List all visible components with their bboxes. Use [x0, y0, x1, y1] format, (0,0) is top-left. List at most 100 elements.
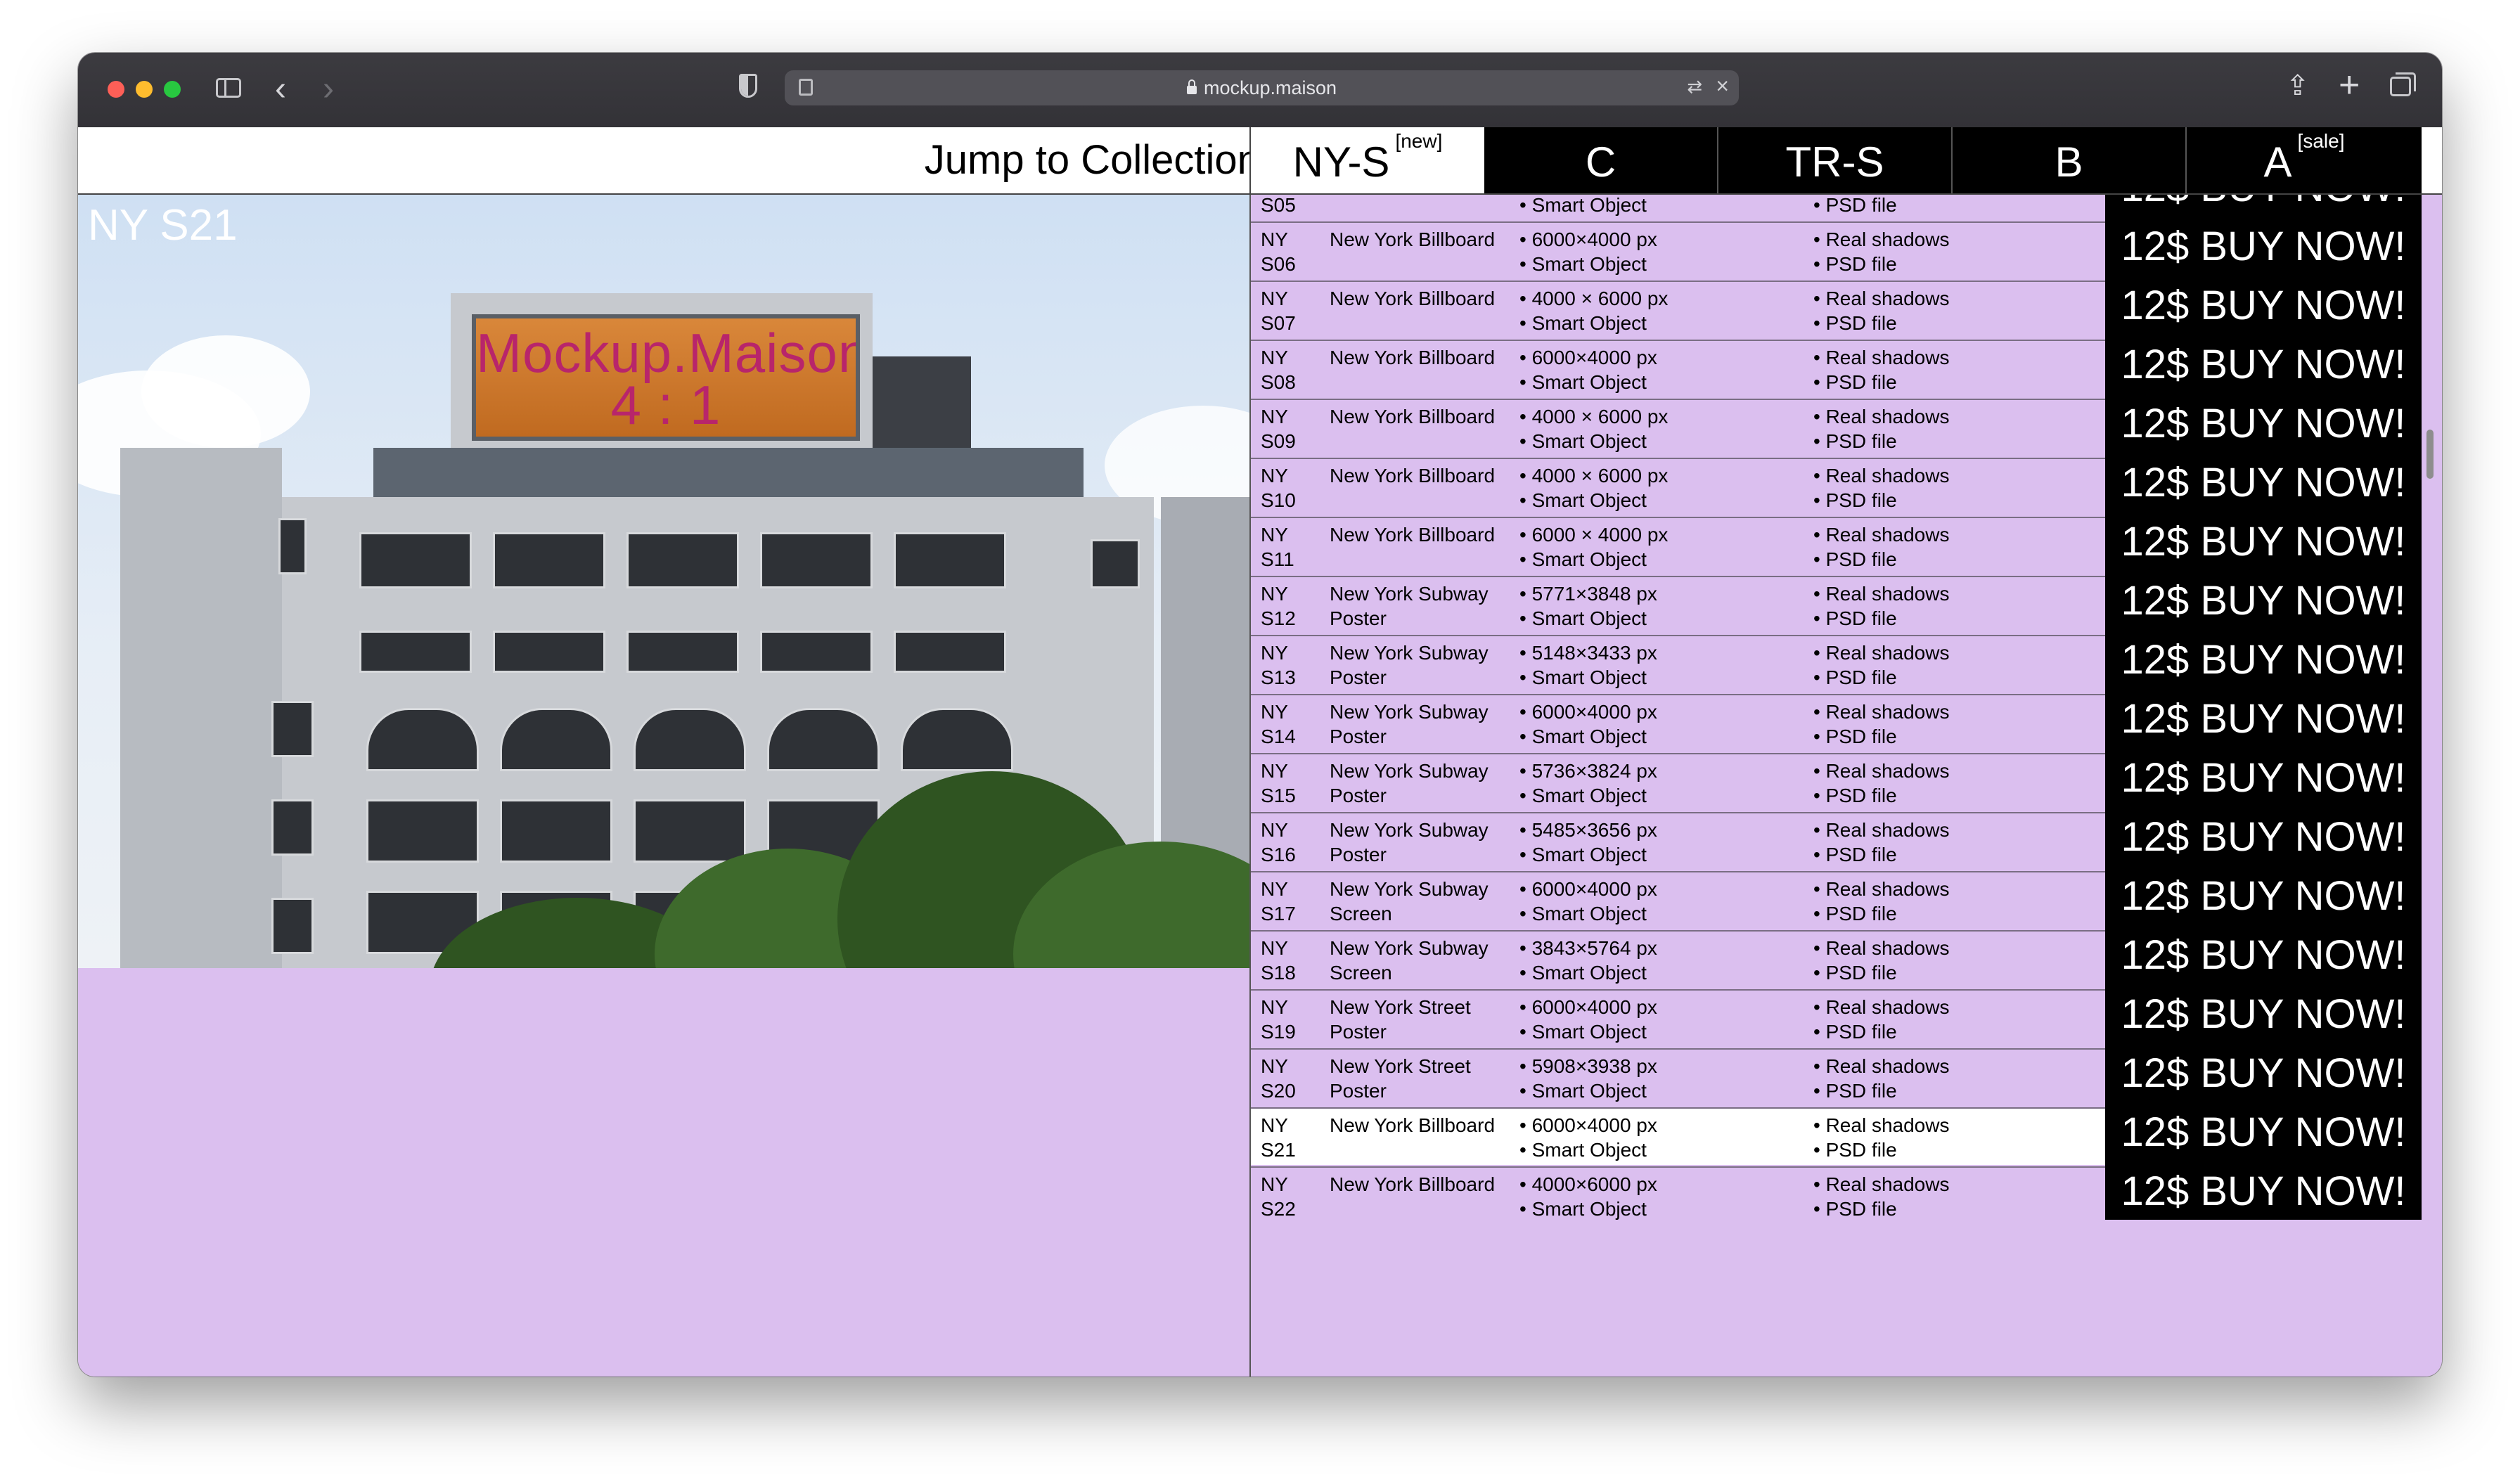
product-name: New York Subway Screen [1330, 877, 1526, 926]
product-specs: • 3843×5764 px • Smart Object [1519, 936, 1801, 985]
product-specs-line: • Smart Object [1519, 430, 1647, 452]
table-row[interactable]: NY S14 New York Subway Poster • 6000×4000 px… [1251, 694, 2105, 752]
clear-url-icon[interactable]: × [1716, 73, 1729, 99]
buy-now-button[interactable]: 12$ BUY NOW! [2105, 276, 2422, 335]
table-row[interactable]: NY S10 New York Billboard • 4000 × 6000 px… [1251, 458, 2105, 515]
tab-overview-icon[interactable] [2390, 72, 2416, 96]
product-code: NY S22 [1261, 1172, 1331, 1220]
buy-now-button[interactable]: 12$ BUY NOW! [2105, 690, 2422, 749]
translate-icon[interactable]: ⇄ [1687, 76, 1702, 98]
tab-ny-s[interactable]: NY-S [new] [1249, 127, 1484, 193]
buy-now-button[interactable]: 12$ BUY NOW! [2105, 985, 2422, 1044]
buy-now-button[interactable]: 12$ BUY NOW! [2105, 1103, 2422, 1162]
buy-now-button[interactable]: 12$ BUY NOW! [2105, 453, 2422, 513]
table-row[interactable]: NY S21 New York Billboard • 6000×4000 px • … [1251, 1107, 2105, 1165]
table-row[interactable]: NY S18 New York Subway Screen • 3843×5764 px… [1251, 930, 2105, 988]
minimize-window-button[interactable] [136, 81, 153, 98]
table-row[interactable]: NY S17 New York Subway Screen • 6000×4000 px… [1251, 871, 2105, 929]
sidebar-toggle-icon[interactable] [216, 78, 241, 98]
table-row[interactable]: NY S13 New York Subway Poster • 5148×3433 px… [1251, 635, 2105, 692]
tab-tr-s[interactable]: TR-S [1718, 127, 1953, 193]
tab-badge: [new] [1395, 130, 1443, 152]
product-name: New York Subway Screen [1330, 936, 1526, 985]
product-features: • Real shadows • PSD file [1813, 345, 2095, 394]
tab-a[interactable]: A [sale] [2187, 127, 2422, 193]
table-row[interactable]: NY S20 New York Street Poster • 5908×3938 px… [1251, 1048, 2105, 1106]
product-name-line: New York Billboard [1330, 406, 1496, 427]
product-specs-line: • Smart Object [1519, 1021, 1647, 1043]
buy-now-button[interactable]: 12$ BUY NOW! [2105, 749, 2422, 808]
table-row[interactable]: NY S11 New York Billboard • 6000 × 4000 px… [1251, 517, 2105, 574]
buy-now-button[interactable]: 12$ BUY NOW! [2105, 513, 2422, 572]
buy-now-button[interactable]: 12$ BUY NOW! [2105, 867, 2422, 926]
buy-now-button[interactable]: 12$ BUY NOW! [2105, 631, 2422, 690]
lock-icon [1186, 79, 1197, 94]
privacy-shield-icon[interactable] [739, 74, 757, 98]
table-row[interactable]: S05 • Smart Object • PSD file [1251, 195, 2105, 220]
buy-now-button[interactable]: 12$ BUY NOW! [2105, 808, 2422, 867]
product-features: • Real shadows • PSD file [1813, 227, 2095, 276]
product-features-line: • PSD file [1813, 607, 1897, 629]
product-name: New York Subway Poster [1330, 640, 1526, 690]
product-code-line: NY [1261, 642, 1288, 664]
product-name: New York Subway Poster [1330, 581, 1526, 631]
jump-to-collection-label: Jump to Collection: [924, 137, 1271, 183]
product-specs-line: • Smart Object [1519, 962, 1647, 984]
buy-now-button[interactable]: 12$ BUY NOW! [2105, 926, 2422, 985]
url-text[interactable]: mockup.maison [785, 70, 1739, 105]
buy-now-button[interactable]: 12$ BUY NOW! [2105, 195, 2422, 217]
product-features: • PSD file [1813, 195, 2095, 217]
product-code: NY S09 [1261, 404, 1331, 453]
product-code-line: S10 [1261, 489, 1296, 511]
zoom-window-button[interactable] [164, 81, 181, 98]
scrollbar-thumb[interactable] [2426, 430, 2434, 479]
tab-c[interactable]: C [1484, 127, 1718, 193]
share-icon[interactable]: ⇪ [2286, 70, 2310, 102]
browser-toolbar: ‹ › mockup.maison ⇄ × ⇪ + [78, 53, 2442, 129]
table-row[interactable]: NY S06 New York Billboard • 6000×4000 px • … [1251, 221, 2105, 279]
new-tab-icon[interactable]: + [2339, 64, 2360, 106]
product-specs: • 5736×3824 px • Smart Object [1519, 759, 1801, 808]
table-row[interactable]: NY S09 New York Billboard • 4000 × 6000 px… [1251, 399, 2105, 456]
product-code-line: S17 [1261, 903, 1296, 924]
buy-now-button[interactable]: 12$ BUY NOW! [2105, 217, 2422, 276]
product-specs: • 5148×3433 px • Smart Object [1519, 640, 1801, 690]
table-row[interactable]: NY S19 New York Street Poster • 6000×4000 px… [1251, 989, 2105, 1047]
product-features-line: • PSD file [1813, 785, 1897, 806]
table-row[interactable]: NY S15 New York Subway Poster • 5736×3824 px… [1251, 753, 2105, 811]
buy-now-button[interactable]: 12$ BUY NOW! [2105, 1162, 2422, 1220]
product-code-line: S05 [1261, 195, 1296, 216]
product-code: NY S18 [1261, 936, 1331, 985]
back-arrow-icon[interactable]: ‹ [275, 70, 286, 109]
product-code-line: S16 [1261, 844, 1296, 865]
buy-now-button[interactable]: 12$ BUY NOW! [2105, 572, 2422, 631]
table-row[interactable]: NY S08 New York Billboard • 6000×4000 px • … [1251, 340, 2105, 397]
product-features: • Real shadows • PSD file [1813, 818, 2095, 867]
product-specs-line: • 5485×3656 px [1519, 819, 1657, 841]
tab-label: C [1585, 138, 1616, 186]
product-features-line: • Real shadows [1813, 465, 1950, 487]
tab-label: NY-S [1292, 138, 1390, 186]
product-code-line: NY [1261, 819, 1288, 841]
table-row[interactable]: NY S12 New York Subway Poster • 5771×3848 px… [1251, 576, 2105, 633]
product-features-line: • Real shadows [1813, 228, 1950, 250]
forward-arrow-icon[interactable]: › [323, 70, 334, 109]
product-features-line: • PSD file [1813, 1021, 1897, 1043]
product-code-line: NY [1261, 701, 1288, 723]
product-code-line: NY [1261, 583, 1288, 605]
product-specs: • 6000 × 4000 px • Smart Object [1519, 522, 1801, 572]
close-window-button[interactable] [108, 81, 124, 98]
address-bar[interactable]: mockup.maison ⇄ × [785, 70, 1739, 105]
product-specs-line: • Smart Object [1519, 1198, 1647, 1220]
buy-now-button[interactable]: 12$ BUY NOW! [2105, 1044, 2422, 1103]
product-features-line: • Real shadows [1813, 996, 1950, 1018]
tab-b[interactable]: B [1953, 127, 2187, 193]
table-row[interactable]: NY S22 New York Billboard • 4000×6000 px • … [1251, 1166, 2105, 1220]
table-row[interactable]: NY S16 New York Subway Poster • 5485×3656 px… [1251, 812, 2105, 870]
table-row[interactable]: NY S07 New York Billboard • 4000 × 6000 px… [1251, 281, 2105, 338]
buy-now-button[interactable]: 12$ BUY NOW! [2105, 394, 2422, 453]
product-code-line: S09 [1261, 430, 1296, 452]
product-name: New York Billboard [1330, 286, 1526, 335]
buy-now-button[interactable]: 12$ BUY NOW! [2105, 335, 2422, 394]
product-specs: • 4000 × 6000 px • Smart Object [1519, 463, 1801, 513]
